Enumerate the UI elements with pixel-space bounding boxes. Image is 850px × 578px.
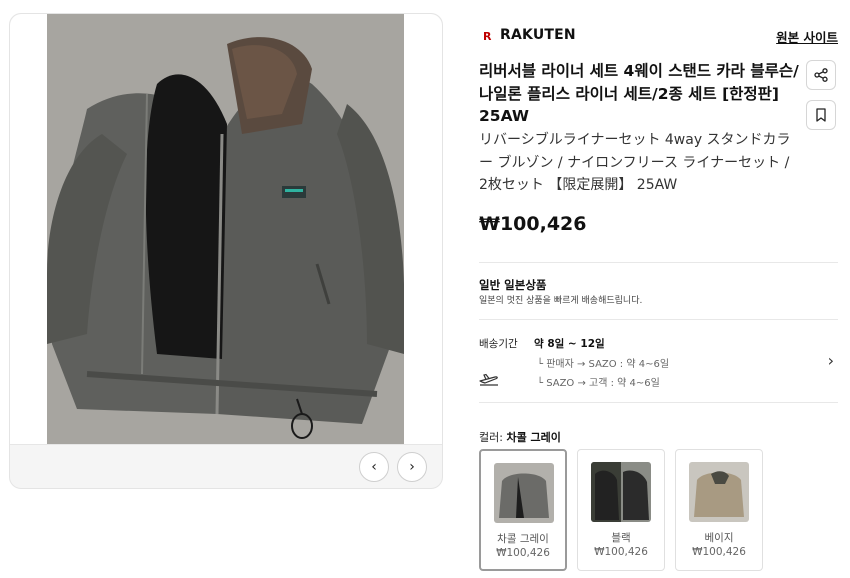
swatch-price: ₩100,426 (594, 546, 648, 558)
color-option-beige[interactable]: 베이지 ₩100,426 (675, 449, 763, 571)
swatch-thumbnail (494, 463, 554, 523)
original-site-link[interactable]: 원본 사이트 (776, 27, 838, 46)
divider (479, 319, 838, 320)
swatch-thumbnail (591, 462, 651, 522)
swatch-name: 베이지 (704, 532, 734, 544)
share-icon (814, 68, 828, 82)
main-product-photo[interactable] (47, 14, 404, 444)
color-option-charcoal-gray[interactable]: 차콜 그레이 ₩100,426 (479, 449, 567, 571)
product-gallery: ‹ › (9, 13, 443, 489)
swatch-name: 블랙 (611, 532, 631, 544)
category-title: 일반 일본상품 (479, 278, 547, 292)
bookmark-icon (816, 108, 826, 122)
swatch-price: ₩100,426 (496, 547, 550, 559)
selected-color-name: 차콜 그레이 (506, 431, 561, 444)
shipping-step-customer: └ SAZO → 고객 : 약 4~6일 (537, 378, 660, 389)
gallery-prev-button[interactable]: ‹ (359, 452, 389, 482)
rakuten-logo-icon: R (483, 30, 492, 43)
shipping-step-seller: └ 판매자 → SAZO : 약 4~6일 (537, 359, 670, 370)
main-photo-frame (10, 14, 442, 445)
share-button[interactable] (806, 60, 836, 90)
color-option-black[interactable]: 블랙 ₩100,426 (577, 449, 665, 571)
product-price: ₩100,426 (479, 213, 587, 235)
chevron-right-icon: › (827, 351, 834, 370)
color-label-prefix: 컬러: (479, 431, 507, 444)
category-subtitle: 일본의 멋진 상품을 빠르게 배송해드립니다. (479, 296, 643, 306)
product-title-korean: 리버서블 라이너 세트 4웨이 스탠드 카라 블루슨/나일론 플리스 라이너 세… (479, 62, 799, 125)
jacket-photo (47, 14, 404, 444)
store-name: RAKUTEN (500, 27, 576, 43)
swatch-thumbnail (689, 462, 749, 522)
bookmark-button[interactable] (806, 100, 836, 130)
divider (479, 402, 838, 403)
product-title-japanese: リバーシブルライナーセット 4way スタンドカラー ブルゾン / ナイロンフリ… (479, 132, 791, 193)
store-header: R RAKUTEN 원본 사이트 (479, 22, 838, 50)
color-label: 컬러: 차콜 그레이 (479, 429, 561, 445)
swatch-price: ₩100,426 (692, 546, 746, 558)
shipping-period: 약 8일 ~ 12일 (534, 338, 605, 350)
chevron-right-icon: › (409, 459, 415, 475)
divider (479, 262, 838, 263)
shipping-label: 배송기간 (479, 338, 518, 350)
gallery-next-button[interactable]: › (397, 452, 427, 482)
swatch-name: 차콜 그레이 (497, 533, 549, 545)
chevron-left-icon: ‹ (371, 459, 377, 475)
airplane-icon (479, 373, 498, 386)
